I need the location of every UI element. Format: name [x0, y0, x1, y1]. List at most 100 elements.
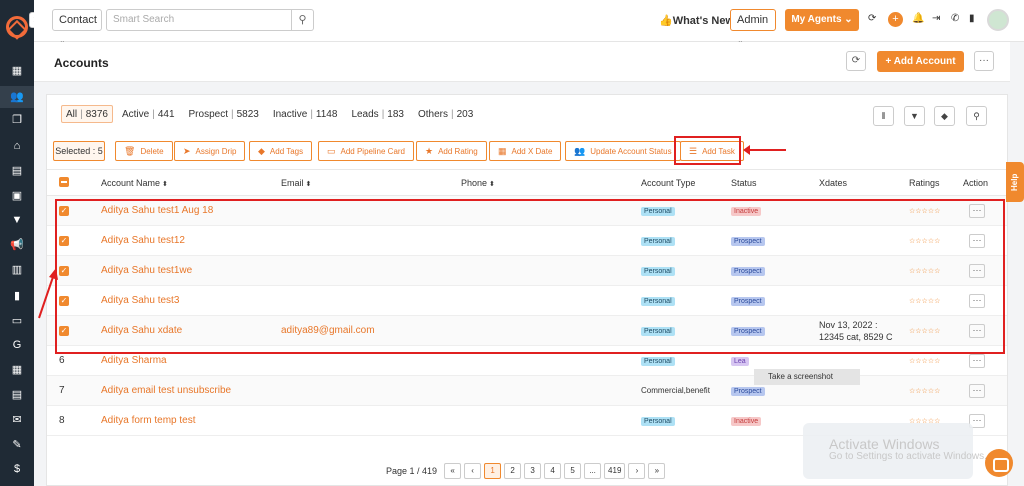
filter-icon: ▼	[910, 111, 919, 121]
sort-icon: ⬍	[162, 180, 168, 188]
filter-icon[interactable]: ▼	[9, 213, 25, 227]
form-icon[interactable]: ▤	[9, 388, 25, 402]
row-menu-button[interactable]: ···	[969, 353, 985, 368]
page-button[interactable]: 419	[604, 463, 626, 479]
add-rating-button[interactable]: ★ Add Rating	[416, 141, 487, 161]
logo[interactable]	[1, 11, 33, 43]
filter-others[interactable]: Others | 203	[413, 105, 478, 123]
refresh-icon[interactable]: ⟳	[868, 13, 876, 24]
update-account-status-button[interactable]: 👥 Update Account Status	[565, 141, 681, 161]
col-label: Phone	[461, 177, 488, 188]
sort-icon: ⬍	[305, 180, 312, 188]
screenshot-tooltip: Take a screenshot	[754, 369, 860, 385]
col-email[interactable]: Email ⬍	[275, 169, 455, 196]
phone-icon[interactable]: ✆	[951, 13, 959, 24]
account-name-cell[interactable]: Aditya form temp test	[95, 405, 275, 436]
rating-stars-icon[interactable]: ☆☆☆☆☆	[909, 358, 940, 365]
first-page-button[interactable]: «	[444, 463, 462, 479]
assign-drip-button[interactable]: ➤ Assign Drip	[174, 141, 246, 161]
documents-icon[interactable]: ❐	[9, 113, 25, 127]
pagination: Page 1 / 419 « ‹ 1 2 3 4 5 ... 419 › »	[386, 463, 666, 479]
add-tags-button[interactable]: ◆ Add Tags	[249, 141, 313, 161]
phone-cell	[455, 405, 635, 436]
contact-select[interactable]: Contact ⌄	[52, 9, 102, 45]
folder-icon[interactable]: ▭	[9, 314, 25, 328]
search-icon[interactable]: ⚲	[292, 9, 314, 31]
account-type-cell: Personal	[635, 405, 725, 436]
filter-count: 203	[456, 109, 474, 120]
search-input[interactable]: Smart Search	[106, 9, 292, 31]
accounts-icon[interactable]: 👥	[0, 86, 34, 108]
update-status-label: Update Account Status	[590, 147, 672, 156]
add-x-date-button[interactable]: ▦ Add X Date	[489, 141, 562, 161]
prev-page-button[interactable]: ‹	[464, 463, 482, 479]
avatar[interactable]	[987, 9, 1009, 31]
megaphone-icon[interactable]: 📢	[9, 238, 25, 252]
row-checkbox-cell[interactable]: 8	[47, 405, 95, 436]
table-row[interactable]: 7 Aditya email test unsubscribe Commercial…	[47, 375, 1007, 406]
filter-button[interactable]: ▼	[904, 106, 925, 126]
page-button[interactable]: 5	[564, 463, 582, 479]
last-page-button[interactable]: »	[648, 463, 666, 479]
filter-leads[interactable]: Leads | 183	[346, 105, 409, 123]
add-pipeline-card-button[interactable]: ▭ Add Pipeline Card	[318, 141, 414, 161]
status-badge: Prospect	[731, 387, 765, 396]
col-status: Status	[725, 169, 813, 196]
quick-add-icon[interactable]: +	[888, 12, 903, 27]
chart-icon[interactable]: ▮	[9, 289, 25, 303]
my-agents-button[interactable]: My Agents ⌄	[785, 9, 859, 31]
google-icon[interactable]: G	[9, 338, 25, 352]
filter-all[interactable]: All | 8376	[61, 105, 113, 123]
page-button[interactable]: 4	[544, 463, 562, 479]
contact-card-icon[interactable]: ▣	[9, 189, 25, 203]
account-name-cell[interactable]: Aditya email test unsubscribe	[95, 375, 275, 406]
account-name-link[interactable]: Aditya email test unsubscribe	[101, 385, 231, 396]
filter-prospect[interactable]: Prospect | 5823	[184, 105, 264, 123]
filter-count: 441	[157, 109, 175, 120]
page-ellipsis: ...	[584, 463, 602, 479]
filter-inactive[interactable]: Inactive | 1148	[268, 105, 343, 123]
bell-icon[interactable]: 🔔	[912, 13, 924, 24]
signature-icon[interactable]: ✎	[9, 438, 25, 452]
help-tab[interactable]: Help	[1006, 162, 1024, 202]
tags-button[interactable]: ◆	[934, 106, 955, 126]
page-button[interactable]: 3	[524, 463, 542, 479]
rating-stars-icon[interactable]: ☆☆☆☆☆	[909, 388, 940, 395]
row-menu-button[interactable]: ···	[969, 383, 985, 398]
col-account-name[interactable]: Account Name ⬍	[95, 169, 275, 196]
notes-icon[interactable]: ▮	[969, 13, 975, 24]
admin-select-label: Admin	[737, 14, 769, 26]
filter-label: Leads	[351, 109, 379, 120]
select-all-checkbox[interactable]	[47, 169, 95, 196]
calendar-icon[interactable]: ▦	[9, 363, 25, 377]
page-button[interactable]: 2	[504, 463, 522, 479]
account-name-link[interactable]: Aditya Sharma	[101, 355, 167, 366]
filter-active[interactable]: Active | 441	[117, 105, 180, 123]
filter-label: Active	[121, 109, 150, 120]
refresh-button[interactable]: ⟳	[846, 51, 866, 71]
col-phone[interactable]: Phone ⬍	[455, 169, 635, 196]
delete-button[interactable]: 🗑 Delete	[115, 141, 173, 161]
mail-icon[interactable]: ✉	[9, 413, 25, 427]
notes-icon[interactable]: ▥	[9, 263, 25, 277]
delete-label: Delete	[140, 147, 164, 156]
page-button[interactable]: 1	[484, 463, 502, 479]
dashboard-icon[interactable]: ▦	[9, 64, 25, 78]
dollar-icon[interactable]: $	[9, 462, 25, 476]
add-pipeline-card-label: Add Pipeline Card	[340, 147, 405, 156]
grid-view-button[interactable]: ⦀	[873, 106, 894, 126]
card-icon: ▭	[327, 146, 336, 156]
logout-icon[interactable]: ⇥	[932, 13, 940, 24]
search-button[interactable]: ⚲	[966, 106, 987, 126]
more-options-button[interactable]: ···	[974, 51, 994, 71]
chat-icon[interactable]	[985, 449, 1013, 477]
ratings-cell[interactable]: ☆☆☆☆☆	[903, 375, 957, 406]
admin-select[interactable]: Admin ⌄	[730, 9, 776, 45]
add-account-button[interactable]: + Add Account	[877, 51, 964, 72]
whats-new-link[interactable]: 👍What's New	[659, 14, 734, 27]
account-name-link[interactable]: Aditya form temp test	[101, 415, 195, 426]
clipboard-icon[interactable]: ▤	[9, 164, 25, 178]
row-checkbox-cell[interactable]: 7	[47, 375, 95, 406]
next-page-button[interactable]: ›	[628, 463, 646, 479]
bank-icon[interactable]: ⌂	[9, 139, 25, 153]
